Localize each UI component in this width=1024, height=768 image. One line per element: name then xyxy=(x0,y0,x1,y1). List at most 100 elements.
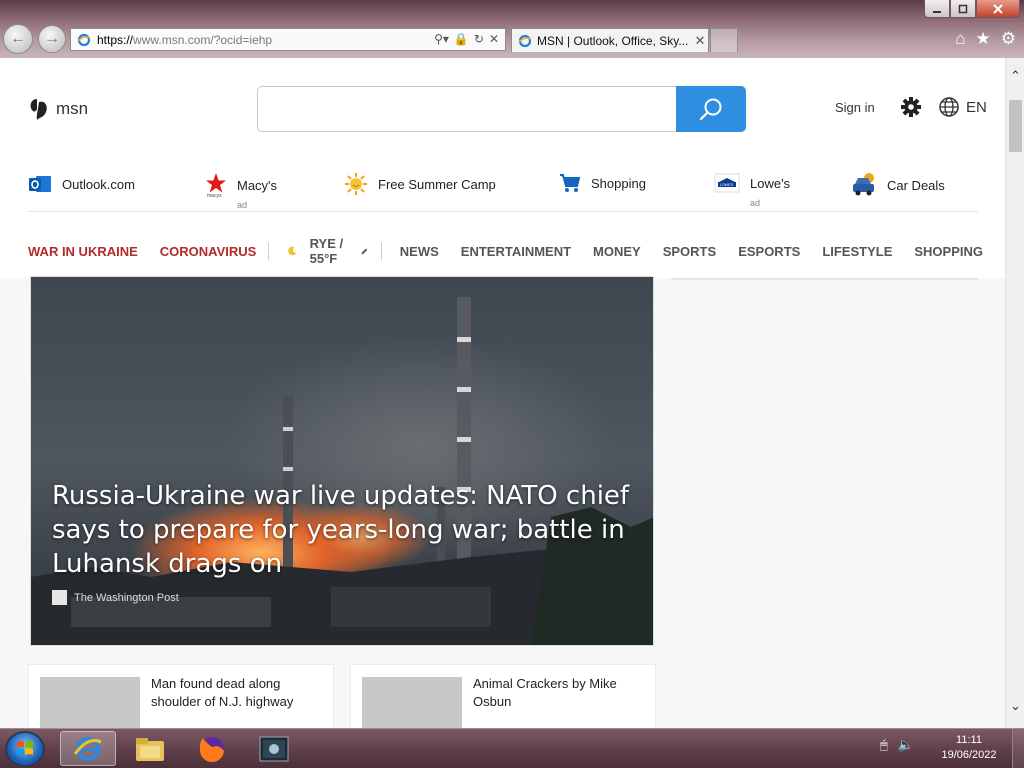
story-thumbnail xyxy=(40,677,140,728)
address-bar[interactable]: https:// www.msn.com/?ocid=iehp ⚲▾ 🔒 ↻ ✕ xyxy=(70,28,506,51)
svg-text:LOWE'S: LOWE'S xyxy=(720,183,734,187)
quick-link-lowes[interactable]: LOWE'S Lowe's ad xyxy=(714,172,790,208)
scroll-up-arrow-icon[interactable]: ⌃ xyxy=(1006,66,1024,86)
moon-icon xyxy=(288,246,297,256)
network-icon[interactable]: 🖱 xyxy=(880,737,888,753)
clock-date: 19/06/2022 xyxy=(941,749,997,761)
story-title[interactable]: Man found dead along shoulder of N.J. hi… xyxy=(151,675,321,711)
system-tray: 🖱 🔈 xyxy=(880,737,914,753)
language-label: EN xyxy=(966,98,987,116)
refresh-icon[interactable]: ↻ xyxy=(474,32,484,46)
taskbar: 🖱 🔈 11:11 19/06/2022 xyxy=(0,728,1024,768)
nav-money[interactable]: MONEY xyxy=(593,244,641,259)
back-button[interactable]: ← xyxy=(3,24,33,54)
home-icon[interactable]: ⌂ xyxy=(955,30,965,48)
nav-coronavirus[interactable]: CORONAVIRUS xyxy=(160,244,257,259)
right-column-card xyxy=(671,266,978,280)
publisher-logo-icon xyxy=(52,590,67,605)
tab-close-button[interactable]: ✕ xyxy=(692,33,708,49)
firefox-icon xyxy=(199,736,224,762)
quick-link-label: Macy's xyxy=(237,177,278,193)
nav-sports[interactable]: SPORTS xyxy=(663,244,716,259)
macys-star-icon: macys xyxy=(206,173,226,198)
car-icon xyxy=(853,173,874,196)
search-input[interactable] xyxy=(257,86,677,132)
minimize-button[interactable] xyxy=(924,0,950,18)
nav-lifestyle[interactable]: LIFESTYLE xyxy=(822,244,892,259)
nav-news[interactable]: NEWS xyxy=(400,244,439,259)
close-icon[interactable]: ✕ xyxy=(489,32,499,46)
quick-link-label: Shopping xyxy=(591,175,646,191)
category-nav: WAR IN UKRAINE CORONAVIRUS RYE / 55°F NE… xyxy=(28,236,1005,266)
nav-divider xyxy=(381,242,382,260)
terminal-app-icon xyxy=(259,736,289,761)
story-card[interactable]: Animal Crackers by Mike Osbun xyxy=(350,664,656,728)
quick-link-car-deals[interactable]: Car Deals xyxy=(851,172,945,198)
quick-link-outlook[interactable]: Outlook.com xyxy=(28,172,135,196)
vertical-scrollbar[interactable]: ⌃ ⌄ xyxy=(1005,58,1024,728)
globe-icon xyxy=(939,97,959,117)
cart-icon xyxy=(560,174,581,192)
taskbar-firefox[interactable] xyxy=(184,731,240,766)
msn-butterfly-icon xyxy=(30,99,47,120)
nav-esports[interactable]: ESPORTS xyxy=(738,244,800,259)
volume-muted-icon[interactable]: 🔈 xyxy=(898,737,914,753)
quick-link-summer-camp[interactable]: Free Summer Camp xyxy=(344,172,496,196)
story-thumbnail xyxy=(362,677,462,728)
tools-gear-icon[interactable]: ⚙ xyxy=(1001,30,1016,48)
ad-label: ad xyxy=(750,197,761,208)
forward-arrow-icon: → xyxy=(44,30,60,47)
nav-entertainment[interactable]: ENTERTAINMENT xyxy=(461,244,571,259)
quick-link-label: Car Deals xyxy=(887,177,945,193)
outlook-icon xyxy=(29,176,51,192)
tab-msn[interactable]: MSN | Outlook, Office, Sky... ✕ xyxy=(511,28,709,52)
sign-in-link[interactable]: Sign in xyxy=(835,100,875,115)
hero-headline[interactable]: Russia-Ukraine war live updates: NATO ch… xyxy=(52,479,632,581)
forward-button[interactable]: → xyxy=(38,25,66,53)
maximize-button[interactable] xyxy=(950,0,976,18)
page-content: msn Sign in EN Outlook.com macys Macy's … xyxy=(0,58,1005,728)
pencil-edit-icon[interactable] xyxy=(360,245,369,258)
file-explorer-folder-icon xyxy=(136,737,164,761)
quick-link-label: Free Summer Camp xyxy=(378,176,496,192)
ad-label: ad xyxy=(237,199,248,210)
quick-link-macys[interactable]: macys Macy's ad xyxy=(205,172,278,210)
story-card[interactable]: Man found dead along shoulder of N.J. hi… xyxy=(28,664,334,728)
search-icon xyxy=(699,98,722,121)
clock[interactable]: 11:11 19/06/2022 xyxy=(936,733,1002,763)
msn-logo[interactable]: msn xyxy=(28,96,88,122)
scroll-down-arrow-icon[interactable]: ⌄ xyxy=(1006,696,1024,716)
lock-icon[interactable]: 🔒 xyxy=(454,32,469,46)
weather-widget[interactable]: RYE / 55°F xyxy=(287,236,369,266)
quick-link-label: Outlook.com xyxy=(62,176,135,192)
scroll-thumb[interactable] xyxy=(1009,100,1022,152)
browser-chrome: ← → https:// www.msn.com/?ocid=iehp ⚲▾ 🔒… xyxy=(0,0,1024,58)
window-controls xyxy=(924,0,1020,18)
weather-text: RYE / 55°F xyxy=(309,236,344,266)
search-button[interactable] xyxy=(676,86,746,132)
favorites-star-icon[interactable]: ★ xyxy=(976,30,991,48)
hero-story[interactable]: Russia-Ukraine war live updates: NATO ch… xyxy=(30,276,654,646)
new-tab-button[interactable] xyxy=(710,28,738,52)
svg-text:macys: macys xyxy=(207,193,222,198)
windows-logo-icon xyxy=(17,741,33,755)
close-window-button[interactable] xyxy=(976,0,1020,18)
taskbar-app[interactable] xyxy=(246,731,302,766)
taskbar-ie[interactable] xyxy=(60,731,116,766)
quick-links-bar: Outlook.com macys Macy's ad Free Summer … xyxy=(28,172,978,212)
ie-page-icon xyxy=(77,33,91,46)
clock-time: 11:11 xyxy=(956,734,982,746)
quick-link-shopping[interactable]: Shopping xyxy=(559,172,646,194)
taskbar-explorer[interactable] xyxy=(122,731,178,766)
start-button[interactable] xyxy=(5,731,45,767)
language-selector[interactable]: EN xyxy=(938,96,987,118)
internet-explorer-icon xyxy=(73,736,102,761)
settings-gear-icon[interactable] xyxy=(900,96,922,118)
sun-icon xyxy=(345,173,367,195)
nav-shopping[interactable]: SHOPPING xyxy=(914,244,983,259)
nav-war-in-ukraine[interactable]: WAR IN UKRAINE xyxy=(28,244,138,259)
story-title[interactable]: Animal Crackers by Mike Osbun xyxy=(473,675,643,711)
address-url: www.msn.com/?ocid=iehp xyxy=(133,32,273,47)
search-dropdown-icon[interactable]: ⚲▾ xyxy=(434,32,449,46)
show-desktop-button[interactable] xyxy=(1012,729,1024,768)
